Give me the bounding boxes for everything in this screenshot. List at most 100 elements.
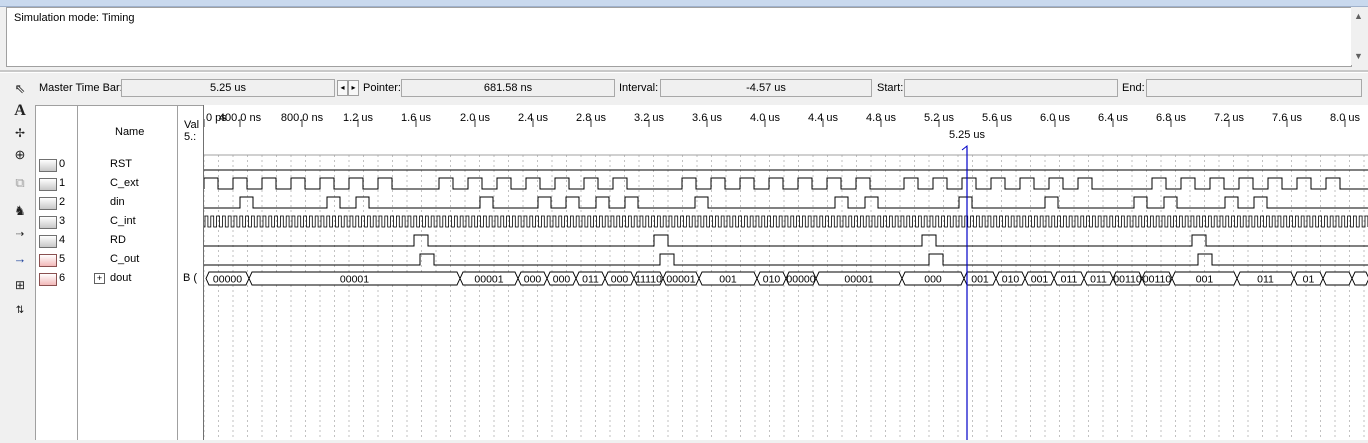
input-pin-icon bbox=[39, 197, 57, 210]
expand-bus-icon[interactable]: + bbox=[94, 273, 105, 284]
dout-bus-value: 11110 bbox=[635, 274, 662, 286]
name-column-header[interactable]: Name bbox=[115, 126, 144, 138]
prev-transition-icon[interactable]: ◂ bbox=[337, 80, 348, 96]
dout-bus-value: 00001 bbox=[666, 274, 695, 286]
value-column-subheader: 5.: bbox=[184, 131, 197, 143]
waveform-editing-tool-icon[interactable]: ✢ bbox=[10, 124, 30, 142]
signal-index: 3 bbox=[39, 215, 77, 229]
next-transition-icon[interactable]: ▸ bbox=[348, 80, 359, 96]
interval-field: -4.57 us bbox=[660, 79, 872, 97]
dout-bus-value: 010 bbox=[763, 274, 781, 286]
dout-bus-value: 011 bbox=[1061, 274, 1078, 286]
signal-number: 1 bbox=[59, 177, 66, 189]
find-icon[interactable]: ♞ bbox=[10, 202, 30, 220]
signal-row-dout[interactable]: 6 + dout B ( bbox=[36, 270, 204, 289]
text-tool-icon[interactable]: A bbox=[10, 102, 30, 120]
signal-row-c_ext[interactable]: 1 C_ext bbox=[36, 175, 204, 194]
start-label: Start: bbox=[877, 82, 904, 94]
rd-waveform bbox=[204, 234, 1368, 247]
simulation-mode-text: Simulation mode: Timing bbox=[14, 12, 135, 24]
go-to-icon[interactable]: → bbox=[10, 250, 30, 268]
signal-index: 6 bbox=[39, 272, 77, 286]
signal-name[interactable]: RST bbox=[110, 158, 132, 170]
signal-name[interactable]: C_int bbox=[110, 215, 136, 227]
dout-bus-value: 00000 bbox=[213, 274, 242, 286]
input-pin-icon bbox=[39, 178, 57, 191]
signal-row-rst[interactable]: 0 RST bbox=[36, 156, 204, 175]
signal-number: 6 bbox=[59, 272, 66, 284]
dout-bus-value: 011 bbox=[1257, 274, 1274, 286]
signal-name[interactable]: RD bbox=[110, 234, 126, 246]
sort-icon[interactable]: ⇅ bbox=[10, 302, 30, 320]
signal-number: 4 bbox=[59, 234, 66, 246]
dout-bus-value: 011 bbox=[1090, 274, 1107, 286]
dout-bus-value: 00000 bbox=[786, 274, 815, 286]
din-waveform bbox=[204, 196, 1368, 209]
signal-number: 3 bbox=[59, 215, 66, 227]
dout-bus-segment bbox=[1351, 271, 1368, 286]
dout-bus-value: 001 bbox=[1031, 274, 1049, 286]
signal-name[interactable]: C_out bbox=[110, 253, 139, 265]
input-pin-icon bbox=[39, 159, 57, 172]
selection-pointer-icon[interactable]: ⇖ bbox=[10, 80, 30, 98]
signal-row-c_out[interactable]: 5 C_out bbox=[36, 251, 204, 270]
c-int-waveform bbox=[204, 215, 1368, 228]
dout-bus-value: 001 bbox=[719, 274, 737, 286]
signal-index: 2 bbox=[39, 196, 77, 210]
message-panel: Simulation mode: Timing bbox=[6, 7, 1352, 67]
signal-index: 1 bbox=[39, 177, 77, 191]
time-bar-toolbar: ⇖ Master Time Bar: 5.25 us ◂ ▸ Pointer: … bbox=[0, 78, 1368, 100]
end-label: End: bbox=[1122, 82, 1145, 94]
column-divider bbox=[77, 105, 78, 440]
scroll-up-icon[interactable]: ▲ bbox=[1354, 11, 1363, 21]
signal-table-header: Name Val 5.: bbox=[35, 105, 205, 157]
dout-bus-value: 011 bbox=[582, 274, 599, 286]
signal-row-din[interactable]: 2 din bbox=[36, 194, 204, 213]
dout-bus-value: 00001 bbox=[844, 274, 873, 286]
zoom-tool-icon[interactable]: ⊕ bbox=[10, 146, 30, 164]
dout-bus-value: 00001 bbox=[474, 274, 503, 286]
signal-number: 5 bbox=[59, 253, 66, 265]
replace-icon[interactable]: ⇢ bbox=[10, 226, 30, 244]
dout-bus-value: 000 bbox=[611, 274, 629, 286]
signal-name[interactable]: dout bbox=[110, 272, 131, 284]
master-time-bar-field[interactable]: 5.25 us bbox=[121, 79, 335, 97]
end-field[interactable] bbox=[1146, 79, 1362, 97]
signal-value: B ( bbox=[183, 272, 198, 284]
pointer-label: Pointer: bbox=[363, 82, 401, 94]
signal-row-c_int[interactable]: 3 C_int bbox=[36, 213, 204, 232]
signal-name[interactable]: din bbox=[110, 196, 125, 208]
dout-bus-value: 000 bbox=[524, 274, 542, 286]
signal-index: 0 bbox=[39, 158, 77, 172]
group-icon[interactable]: ⊞ bbox=[10, 276, 30, 294]
signal-name[interactable]: C_ext bbox=[110, 177, 139, 189]
signal-index: 4 bbox=[39, 234, 77, 248]
c-ext-waveform bbox=[203, 177, 1368, 190]
scroll-down-icon[interactable]: ▼ bbox=[1354, 51, 1363, 61]
dout-bus-value: 01 bbox=[1303, 274, 1315, 286]
output-pin-icon bbox=[39, 273, 57, 286]
signal-number: 2 bbox=[59, 196, 66, 208]
waveform-tools: A ✢ ⊕ ⧉ ♞ ⇢ → ⊞ ⇅ bbox=[8, 102, 32, 440]
dout-bus-value: 00110 bbox=[1113, 274, 1142, 286]
dout-bus-value: 000 bbox=[924, 274, 942, 286]
start-field[interactable] bbox=[904, 79, 1118, 97]
master-time-bar-label-axis: 5.25 us bbox=[949, 129, 986, 141]
master-time-bar-label: Master Time Bar: bbox=[39, 82, 123, 94]
signal-list: 0 RST 1 C_ext 2 din 3 C_int 4 RD 5 C_out 6 + dout B ( bbox=[35, 156, 204, 440]
time-axis-background bbox=[204, 105, 1368, 155]
signal-number: 0 bbox=[59, 158, 66, 170]
column-divider bbox=[177, 105, 178, 440]
copy-icon[interactable]: ⧉ bbox=[10, 174, 30, 192]
dout-bus-value: 000 bbox=[553, 274, 571, 286]
signal-row-rd[interactable]: 4 RD bbox=[36, 232, 204, 251]
message-scrollbar[interactable]: ▲ ▼ bbox=[1351, 7, 1366, 65]
panel-splitter[interactable] bbox=[0, 70, 1368, 73]
waveform-panel[interactable]: 0 ps 400.0 ns 800.0 ns 1.2 us 1.6 us 2.0 us 2.… bbox=[203, 105, 1368, 440]
output-pin-icon bbox=[39, 254, 57, 267]
dout-bus-value: 00110 bbox=[1143, 274, 1172, 286]
waveform-canvas[interactable]: 0 ps400.0 ns 800.0 ns 1.2 us 1.6 us 2.0 us 2.… bbox=[203, 105, 1368, 440]
dout-bus-value: 001 bbox=[1196, 274, 1214, 286]
c-out-waveform bbox=[204, 253, 1368, 266]
value-column-header[interactable]: Val bbox=[184, 119, 199, 131]
